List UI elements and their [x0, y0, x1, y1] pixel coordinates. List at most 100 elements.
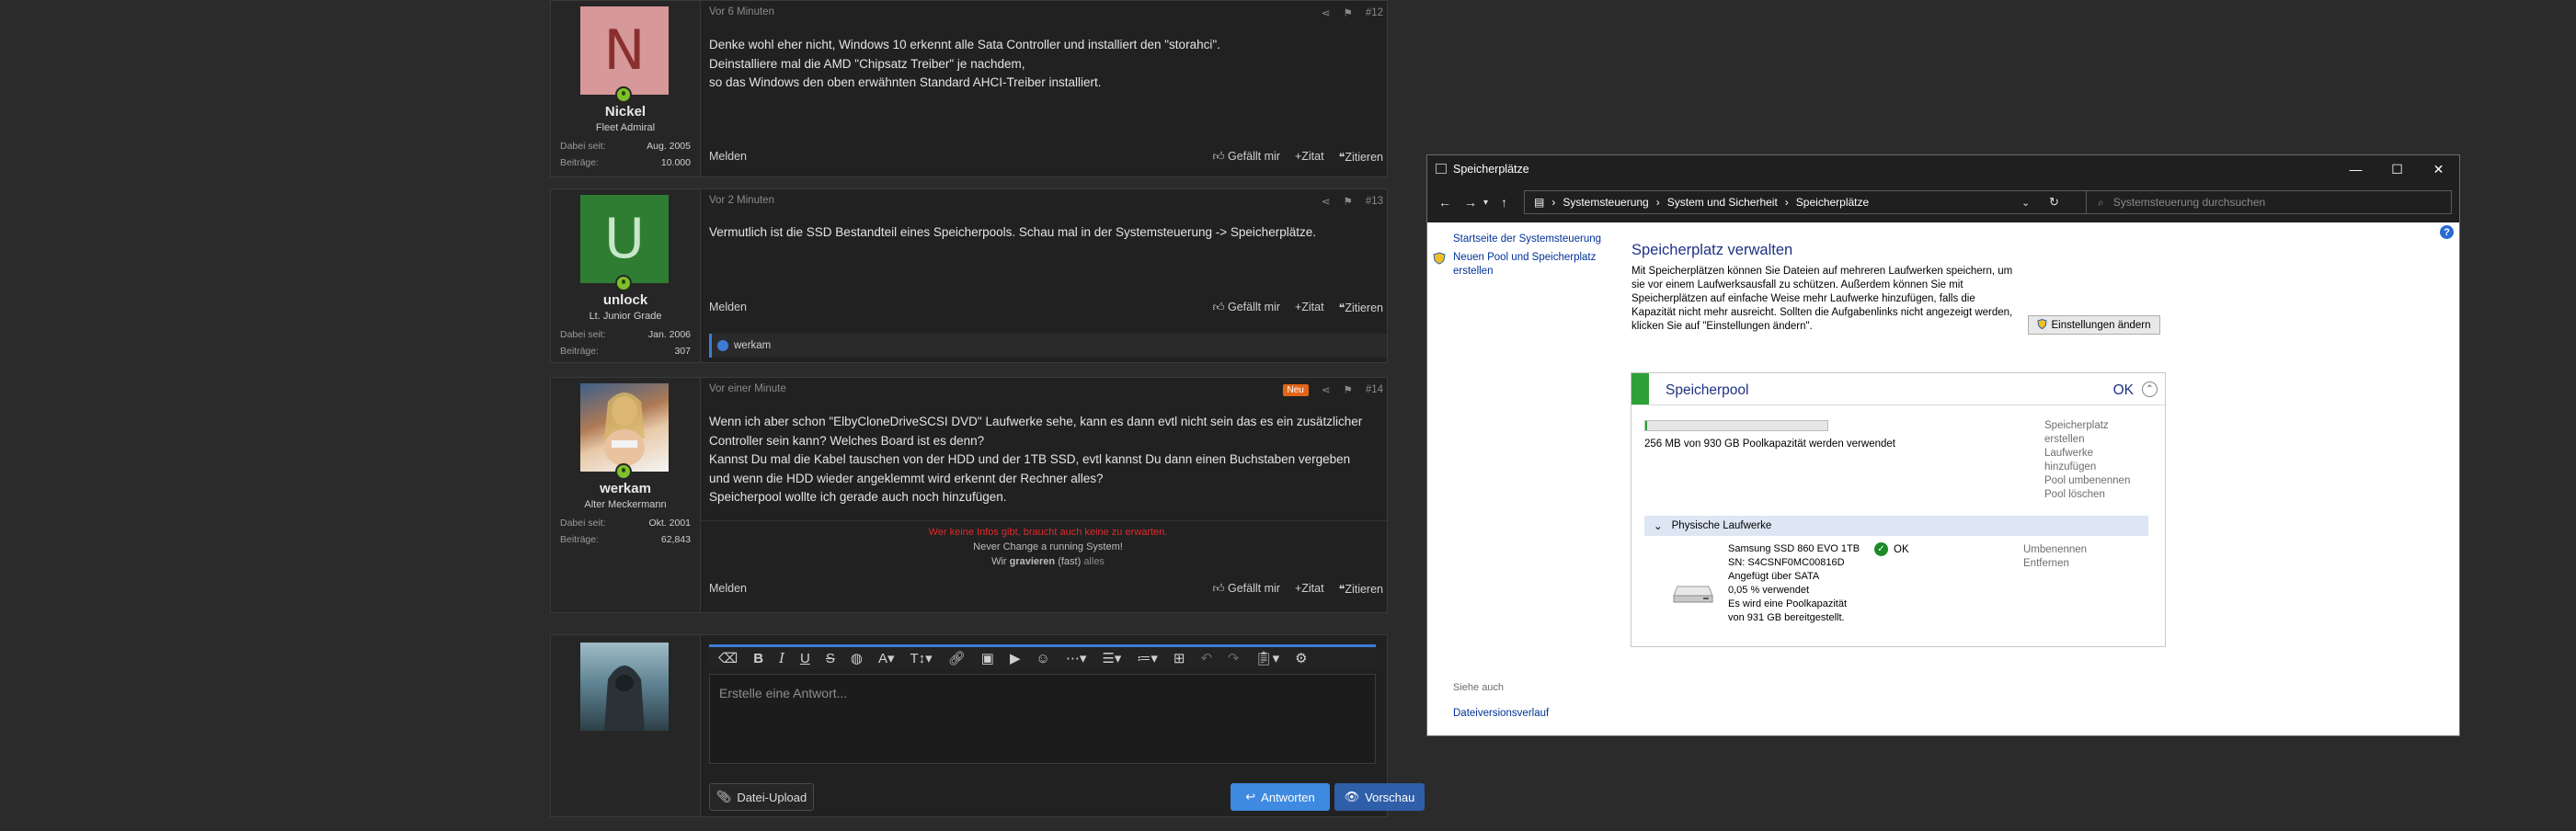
avatar[interactable]: U	[580, 195, 669, 283]
share-icon[interactable]: ⋖	[1322, 6, 1331, 19]
redo-icon[interactable]: ↷	[1228, 650, 1240, 666]
chevron-up-icon[interactable]: ⌃	[2142, 381, 2158, 397]
new-pool-link[interactable]: Neuen Pool und Speicherplatz erstellen	[1453, 251, 1596, 279]
preview-button[interactable]: 👁︎ Vorschau	[1334, 783, 1425, 811]
breadcrumb-item[interactable]: System und Sicherheit	[1667, 196, 1778, 209]
post-number[interactable]: #14	[1366, 384, 1383, 395]
physical-drives-header[interactable]: ⌄ Physische Laufwerke	[1644, 516, 2148, 536]
color-icon[interactable]: ◍	[851, 650, 863, 666]
breadcrumb-item[interactable]: Systemsteuerung	[1563, 196, 1648, 209]
upload-button[interactable]: 📎︎ Datei-Upload	[709, 783, 814, 811]
search-placeholder: Systemsteuerung durchsuchen	[2112, 196, 2266, 209]
post-time[interactable]: Vor 2 Minuten	[709, 195, 774, 206]
post-time[interactable]: Vor einer Minute	[709, 383, 786, 394]
like-button[interactable]: 👍︎ Gefällt mir	[1212, 301, 1280, 314]
media-icon[interactable]: ▶	[1010, 650, 1021, 666]
post-line: Speicherpool wollte ich gerade auch noch…	[709, 490, 1007, 504]
file-history-link[interactable]: Dateiversionsverlauf	[1453, 707, 1549, 721]
refresh-icon[interactable]: ↻	[2049, 195, 2059, 210]
multiquote-button[interactable]: ❝Zitieren	[1339, 150, 1383, 164]
close-button[interactable]: ✕	[2418, 155, 2459, 183]
avatar[interactable]: N	[580, 6, 669, 95]
eraser-icon[interactable]: ⌫	[718, 650, 738, 666]
table-icon[interactable]: ⊞	[1174, 650, 1185, 666]
avatar[interactable]	[580, 383, 669, 472]
avatar-image	[604, 666, 645, 731]
title-bar[interactable]: Speicherplätze — ☐ ✕	[1427, 155, 2459, 183]
search-icon: ⌕	[2098, 195, 2104, 209]
rename-pool-link[interactable]: Pool umbenennen	[2044, 474, 2130, 488]
control-panel-home-link[interactable]: Startseite der Systemsteuerung	[1453, 233, 1601, 246]
minimize-button[interactable]: —	[2335, 155, 2376, 183]
username[interactable]: unlock	[551, 292, 700, 308]
reply-input[interactable]: Erstelle eine Antwort...	[709, 674, 1376, 764]
thumbs-up-icon: 👍︎	[1212, 150, 1225, 163]
quote-button[interactable]: +Zitat	[1295, 582, 1324, 596]
create-space-link[interactable]: Speicherplatz erstellen	[2044, 419, 2130, 447]
rename-drive-link[interactable]: Umbenennen	[2023, 543, 2087, 557]
post-number[interactable]: #12	[1366, 7, 1383, 18]
post-12: N Nickel Fleet Admiral Dabei seit: Aug. 2…	[550, 0, 1388, 177]
report-link[interactable]: Melden	[709, 150, 747, 163]
bold-icon[interactable]: B	[753, 651, 763, 666]
username[interactable]: Nickel	[551, 104, 700, 120]
forum-thread: N Nickel Fleet Admiral Dabei seit: Aug. 2…	[550, 0, 1425, 831]
underline-icon[interactable]: U	[800, 651, 810, 666]
breadcrumb-item[interactable]: Speicherplätze	[1796, 196, 1869, 209]
up-arrow-icon[interactable]: ↑	[1501, 195, 1507, 210]
reply-button[interactable]: ↩ Antworten	[1231, 783, 1330, 811]
add-drives-link[interactable]: Laufwerke hinzufügen	[2044, 447, 2130, 474]
report-link[interactable]: Melden	[709, 582, 747, 595]
share-icon[interactable]: ⋖	[1322, 195, 1331, 208]
change-settings-button[interactable]: Einstellungen ändern	[2028, 315, 2160, 335]
reaction-user[interactable]: werkam	[734, 340, 771, 351]
link-icon[interactable]: 🔗︎	[948, 650, 966, 666]
post-body: Vermutlich ist die SSD Bestandteil eines…	[709, 223, 1378, 243]
report-link[interactable]: Melden	[709, 301, 747, 313]
address-bar[interactable]: ▤ › Systemsteuerung › System und Sicherh…	[1524, 190, 2103, 214]
clipboard-icon[interactable]: 📋︎▾	[1255, 650, 1280, 666]
multiquote-button[interactable]: ❝Zitieren	[1339, 582, 1383, 596]
joined-label: Dabei seit:	[560, 329, 606, 340]
quote-button[interactable]: +Zitat	[1295, 150, 1324, 164]
align-icon[interactable]: ☰▾	[1102, 650, 1121, 666]
font-icon[interactable]: A▾	[878, 650, 895, 666]
forward-arrow-icon[interactable]: →	[1464, 195, 1477, 210]
remove-drive-link[interactable]: Entfernen	[2023, 557, 2087, 571]
user-title: Alter Meckermann	[584, 499, 667, 510]
back-arrow-icon[interactable]: ←	[1438, 195, 1451, 210]
settings-icon[interactable]: ⚙	[1295, 650, 1307, 666]
username[interactable]: werkam	[551, 481, 700, 496]
delete-pool-link[interactable]: Pool löschen	[2044, 488, 2130, 502]
bookmark-icon[interactable]: ⚑	[1344, 195, 1353, 208]
strikethrough-icon[interactable]: S	[826, 651, 835, 666]
post-footer: Melden 👍︎ Gefällt mir +Zitat ❝Zitieren	[709, 301, 1383, 319]
address-dropdown-icon[interactable]: ⌄	[2021, 197, 2030, 209]
font-size-icon[interactable]: T↕▾	[910, 650, 933, 666]
signature: Wer keine Infos gibt, braucht auch keine…	[709, 525, 1387, 569]
history-dropdown-icon[interactable]: ▾	[1483, 198, 1488, 208]
bookmark-icon[interactable]: ⚑	[1344, 383, 1353, 396]
smiley-icon[interactable]: ☺	[1036, 651, 1049, 666]
bookmark-icon[interactable]: ⚑	[1344, 6, 1353, 19]
more-icon[interactable]: ⋯▾	[1066, 650, 1087, 666]
share-icon[interactable]: ⋖	[1322, 383, 1331, 396]
maximize-button[interactable]: ☐	[2376, 155, 2418, 183]
multiquote-button[interactable]: ❝Zitieren	[1339, 301, 1383, 314]
help-icon[interactable]: ?	[2440, 225, 2454, 239]
quote-button[interactable]: +Zitat	[1295, 301, 1324, 314]
image-icon[interactable]: ▣	[981, 650, 994, 666]
window-title: Speicherplätze	[1453, 163, 1529, 176]
post-line: Wenn ich aber schon "ElbyCloneDriveSCSI …	[709, 415, 1363, 428]
post-time[interactable]: Vor 6 Minuten	[709, 6, 774, 17]
italic-icon[interactable]: I	[779, 650, 784, 666]
list-icon[interactable]: ≔▾	[1137, 650, 1158, 666]
post-line: Denke wohl eher nicht, Windows 10 erkenn…	[709, 38, 1220, 51]
search-input[interactable]: ⌕ Systemsteuerung durchsuchen	[2086, 190, 2452, 214]
reactions-bar[interactable]: werkam	[709, 334, 1387, 358]
like-button[interactable]: 👍︎ Gefällt mir	[1212, 582, 1280, 596]
like-button[interactable]: 👍︎ Gefällt mir	[1212, 150, 1280, 164]
undo-icon[interactable]: ↶	[1200, 650, 1212, 666]
avatar[interactable]	[580, 643, 669, 731]
post-number[interactable]: #13	[1366, 196, 1383, 207]
